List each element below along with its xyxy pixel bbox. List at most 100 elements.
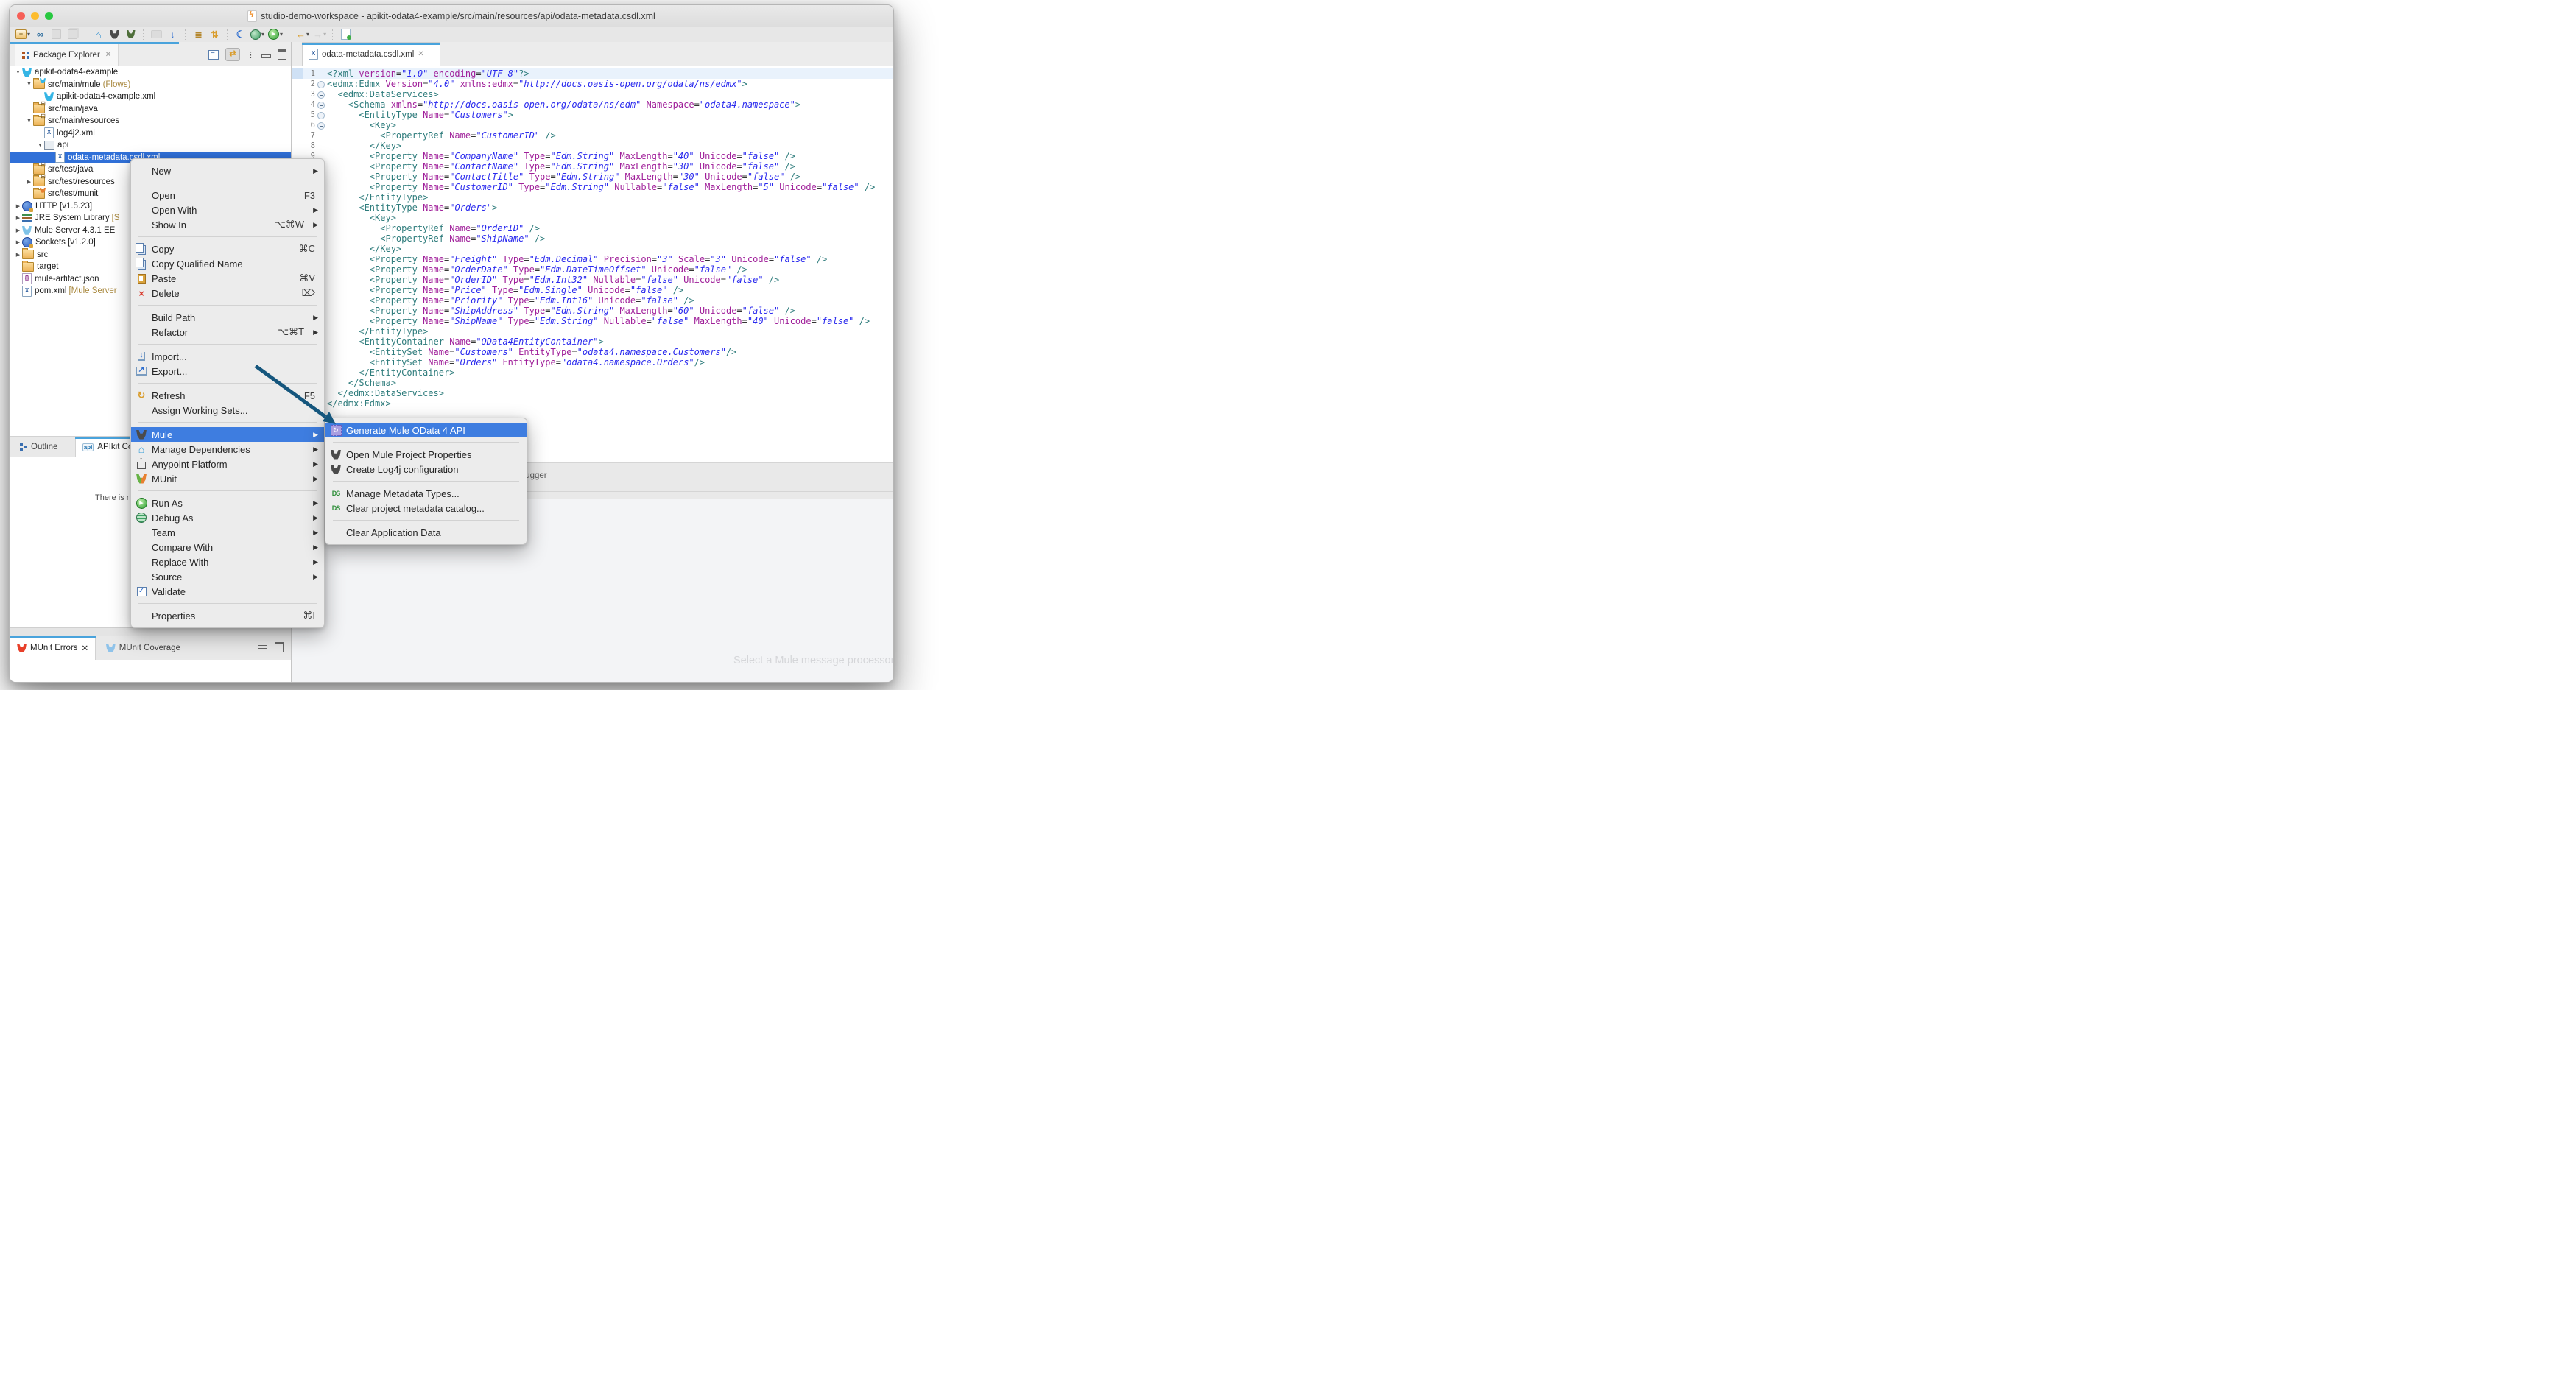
context-menu-item-open-with[interactable]: Open With ▶: [131, 203, 324, 217]
menu-item-label: Create Log4j configuration: [346, 463, 459, 475]
fold-collapse-icon[interactable]: [315, 99, 325, 110]
context-menu-item-properties[interactable]: Properties ⌘I: [131, 608, 324, 623]
context-menu-item-delete[interactable]: × Delete ⌦: [131, 286, 324, 300]
close-icon[interactable]: ✕: [82, 643, 89, 653]
context-menu-item-validate[interactable]: ✓ Validate: [131, 584, 324, 599]
import-launch-button[interactable]: ↓: [166, 28, 179, 41]
delete-icon: ×: [138, 287, 144, 299]
context-menu-item-show-in[interactable]: Show In ⌥⌘W ▶: [131, 217, 324, 232]
view-menu-icon[interactable]: ⋮: [247, 49, 255, 60]
tree-collapsed-arrow-icon[interactable]: ▶: [14, 228, 22, 233]
mule-lightblue-icon: [105, 644, 116, 652]
sync-button[interactable]: ∞: [34, 28, 46, 41]
debug-button[interactable]: [250, 28, 264, 41]
xml-file-icon: X: [309, 49, 318, 60]
menu-item-label: Open: [152, 189, 175, 201]
context-menu-item-munit[interactable]: MUnit ▶: [131, 471, 324, 486]
tree-item-label: Sockets [v1.2.0]: [35, 238, 96, 247]
mule-red-icon: [17, 644, 27, 652]
tree-item-src-main-java[interactable]: src/main/java: [10, 100, 291, 116]
tree-item-apikit-odata4-example-xml[interactable]: apikit-odata4-example.xml: [10, 91, 291, 103]
context-menu-item-source[interactable]: Source ▶: [131, 569, 324, 584]
xml-editor[interactable]: 1 <?xml version="1.0" encoding="UTF-8"?> 2…: [292, 66, 893, 463]
context-menu-item-team[interactable]: Team ▶: [131, 525, 324, 540]
run-button[interactable]: ▶: [268, 28, 283, 41]
context-menu-item-refresh[interactable]: ↻ Refresh F5: [131, 388, 324, 403]
fold-collapse-icon[interactable]: [315, 89, 325, 99]
forward-button[interactable]: →: [313, 28, 326, 41]
mule-submenu-item-clear-project-metadata-catalog[interactable]: DS Clear project metadata catalog...: [325, 501, 527, 515]
context-menu-item-anypoint-platform[interactable]: Anypoint Platform ▶: [131, 456, 324, 471]
close-icon[interactable]: ✕: [418, 50, 423, 58]
tab-munit-errors[interactable]: MUnit Errors ✕: [10, 636, 96, 660]
fold-collapse-icon[interactable]: [315, 79, 325, 89]
tab-package-explorer[interactable]: Package Explorer ✕: [15, 44, 119, 66]
tree-item-api[interactable]: ▼ api: [10, 139, 291, 152]
collapse-all-icon[interactable]: [208, 49, 219, 60]
transform-file-button[interactable]: ⇅: [208, 28, 221, 41]
tree-collapsed-arrow-icon[interactable]: ▶: [14, 203, 22, 209]
minimize-icon[interactable]: [261, 54, 271, 58]
context-menu-item-open[interactable]: Open F3: [131, 188, 324, 203]
tree-expanded-arrow-icon[interactable]: ▼: [36, 143, 44, 148]
mule-submenu-item-clear-application-data[interactable]: Clear Application Data: [325, 525, 527, 540]
context-menu-item-run-as[interactable]: ▶ Run As ▶: [131, 496, 324, 510]
save-all-button[interactable]: [66, 28, 79, 41]
maximize-icon[interactable]: [275, 642, 284, 652]
tree-item-src-main-resources[interactable]: ▼ src/main/resources: [10, 113, 291, 127]
mule-button[interactable]: [108, 28, 121, 41]
context-menu-item-mule[interactable]: Mule ▶: [131, 427, 324, 442]
context-menu-item-import[interactable]: ↓ Import...: [131, 349, 324, 364]
mule-submenu-item-generate-mule-odata-4-api[interactable]: ↻ Generate Mule OData 4 API: [325, 423, 527, 437]
night-mode-button[interactable]: ☾: [234, 28, 247, 41]
tree-item-log4j2-xml[interactable]: Xlog4j2.xml: [10, 127, 291, 140]
fold-collapse-icon[interactable]: [315, 120, 325, 130]
tab-odata-metadata[interactable]: X odata-metadata.csdl.xml ✕: [302, 42, 440, 66]
mule-submenu-item-create-log4j-configuration[interactable]: Create Log4j configuration: [325, 462, 527, 476]
tree-expanded-arrow-icon[interactable]: ▼: [14, 70, 22, 75]
tree-collapsed-arrow-icon[interactable]: ▶: [14, 215, 22, 221]
context-menu-item-compare-with[interactable]: Compare With ▶: [131, 540, 324, 555]
tree-item-decorator: (Flows): [102, 80, 131, 89]
tab-munit-coverage[interactable]: MUnit Coverage: [100, 636, 186, 660]
mule-submenu-item-manage-metadata-types[interactable]: DS Manage Metadata Types...: [325, 486, 527, 501]
validate-icon: ✓: [136, 586, 147, 597]
config-scroll-button[interactable]: ≣: [192, 28, 205, 41]
new-wizard-button[interactable]: +: [15, 28, 30, 41]
tree-collapsed-arrow-icon[interactable]: ▶: [14, 252, 22, 258]
menu-item-shortcut: ⌥⌘W: [274, 219, 305, 230]
context-menu-item-refactor[interactable]: Refactor ⌥⌘T ▶: [131, 325, 324, 339]
tree-item-apikit-odata4-example[interactable]: ▼ apikit-odata4-example: [10, 66, 291, 79]
tab-outline[interactable]: Outline: [14, 437, 63, 457]
tree-item-src-main-mule[interactable]: ▼ src/main/mule (Flows): [10, 78, 291, 91]
context-menu-item-paste[interactable]: Paste ⌘V: [131, 271, 324, 286]
context-menu-item-copy[interactable]: Copy ⌘C: [131, 242, 324, 256]
minimize-icon[interactable]: [258, 645, 267, 649]
save-button[interactable]: [50, 28, 63, 41]
link-with-editor-icon[interactable]: ⇄: [225, 48, 240, 61]
deploy-button[interactable]: [124, 28, 137, 41]
mule-submenu-item-open-mule-project-properties[interactable]: Open Mule Project Properties: [325, 447, 527, 462]
tree-collapsed-arrow-icon[interactable]: ▶: [14, 239, 22, 245]
maximize-icon[interactable]: [278, 49, 286, 60]
tree-collapsed-arrow-icon[interactable]: ▶: [25, 179, 33, 185]
context-menu-item-build-path[interactable]: Build Path ▶: [131, 310, 324, 325]
context-menu-item-manage-dependencies[interactable]: ⌂ Manage Dependencies ▶: [131, 442, 324, 457]
context-menu-item-replace-with[interactable]: Replace With ▶: [131, 555, 324, 569]
close-icon[interactable]: ✕: [105, 51, 111, 59]
code-area: 1 <?xml version="1.0" encoding="UTF-8"?> 2…: [292, 68, 893, 409]
menu-separator: [138, 383, 317, 384]
tree-expanded-arrow-icon[interactable]: ▼: [25, 119, 33, 124]
context-menu-item-assign-working-sets[interactable]: Assign Working Sets...: [131, 403, 324, 418]
context-menu-item-export[interactable]: ↗ Export...: [131, 364, 324, 379]
munit-panel-icons: [258, 642, 284, 652]
fold-collapse-icon[interactable]: [315, 110, 325, 120]
runtime-button[interactable]: [150, 28, 163, 41]
new-flow-button[interactable]: [339, 28, 352, 41]
tree-expanded-arrow-icon[interactable]: ▼: [25, 82, 33, 87]
context-menu-item-copy-qualified-name[interactable]: Copy Qualified Name: [131, 256, 324, 271]
anypoint-home-button[interactable]: ⌂: [92, 28, 105, 41]
context-menu-item-new[interactable]: New ▶: [131, 163, 324, 178]
back-button[interactable]: ←: [296, 28, 309, 41]
context-menu-item-debug-as[interactable]: Debug As ▶: [131, 510, 324, 525]
